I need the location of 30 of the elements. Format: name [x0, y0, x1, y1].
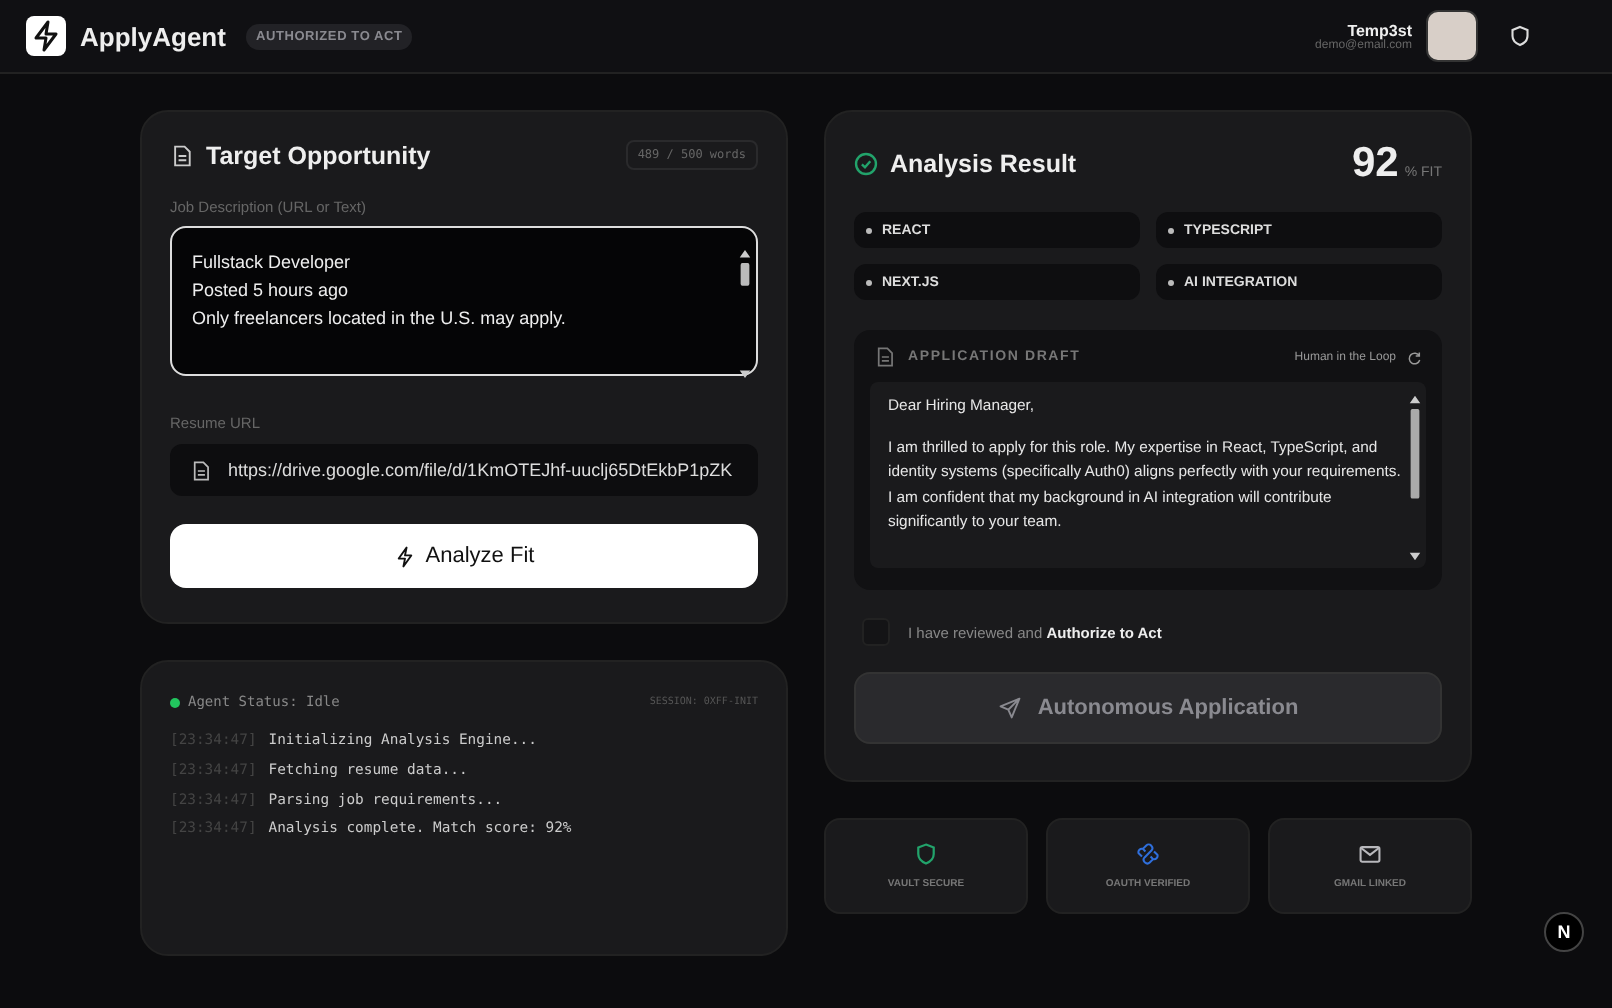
analyze-fit-button[interactable]: Analyze Fit: [170, 524, 758, 588]
shield-icon[interactable]: [1508, 24, 1532, 48]
card-title: Target Opportunity: [206, 141, 431, 169]
link-icon: [1136, 842, 1160, 866]
shield-icon: [914, 842, 938, 866]
refresh-icon[interactable]: [1406, 349, 1422, 365]
mail-icon: [1358, 842, 1382, 866]
document-icon: [190, 459, 212, 481]
document-icon: [874, 346, 896, 368]
user-name: Temp3st: [1347, 21, 1412, 39]
avatar-photo-placeholder[interactable]: [1426, 10, 1478, 62]
card-title: Analysis Result: [890, 150, 1077, 178]
lightning-icon: [393, 545, 416, 567]
lightning-logo-icon: [26, 16, 66, 56]
fit-score: 92: [1351, 140, 1399, 188]
app-name: ApplyAgent: [80, 21, 226, 51]
scrollbar-icon[interactable]: [1408, 394, 1422, 562]
send-icon: [997, 696, 1022, 720]
bullet-dot-icon: [1168, 279, 1174, 285]
bullet-dot-icon: [866, 279, 872, 285]
status-dot-icon: [170, 697, 180, 707]
draft-text-field[interactable]: [870, 382, 1426, 568]
bullet-dot-icon: [866, 227, 872, 233]
check-circle-icon: [854, 152, 878, 176]
resume-url-field[interactable]: https://drive.google.com/file/d/1KmOTEJhf-uuclj65DtEkbP1pZK: [170, 444, 758, 496]
bullet-dot-icon: [1168, 227, 1174, 233]
document-icon: [170, 143, 194, 167]
job-description-field[interactable]: Fullstack Developer Posted 5 hours ago Only freelancers located in the U.S. may apply.: [170, 226, 758, 376]
dev-tools-button[interactable]: N: [1544, 912, 1584, 952]
scrollbar-icon[interactable]: [738, 248, 752, 380]
